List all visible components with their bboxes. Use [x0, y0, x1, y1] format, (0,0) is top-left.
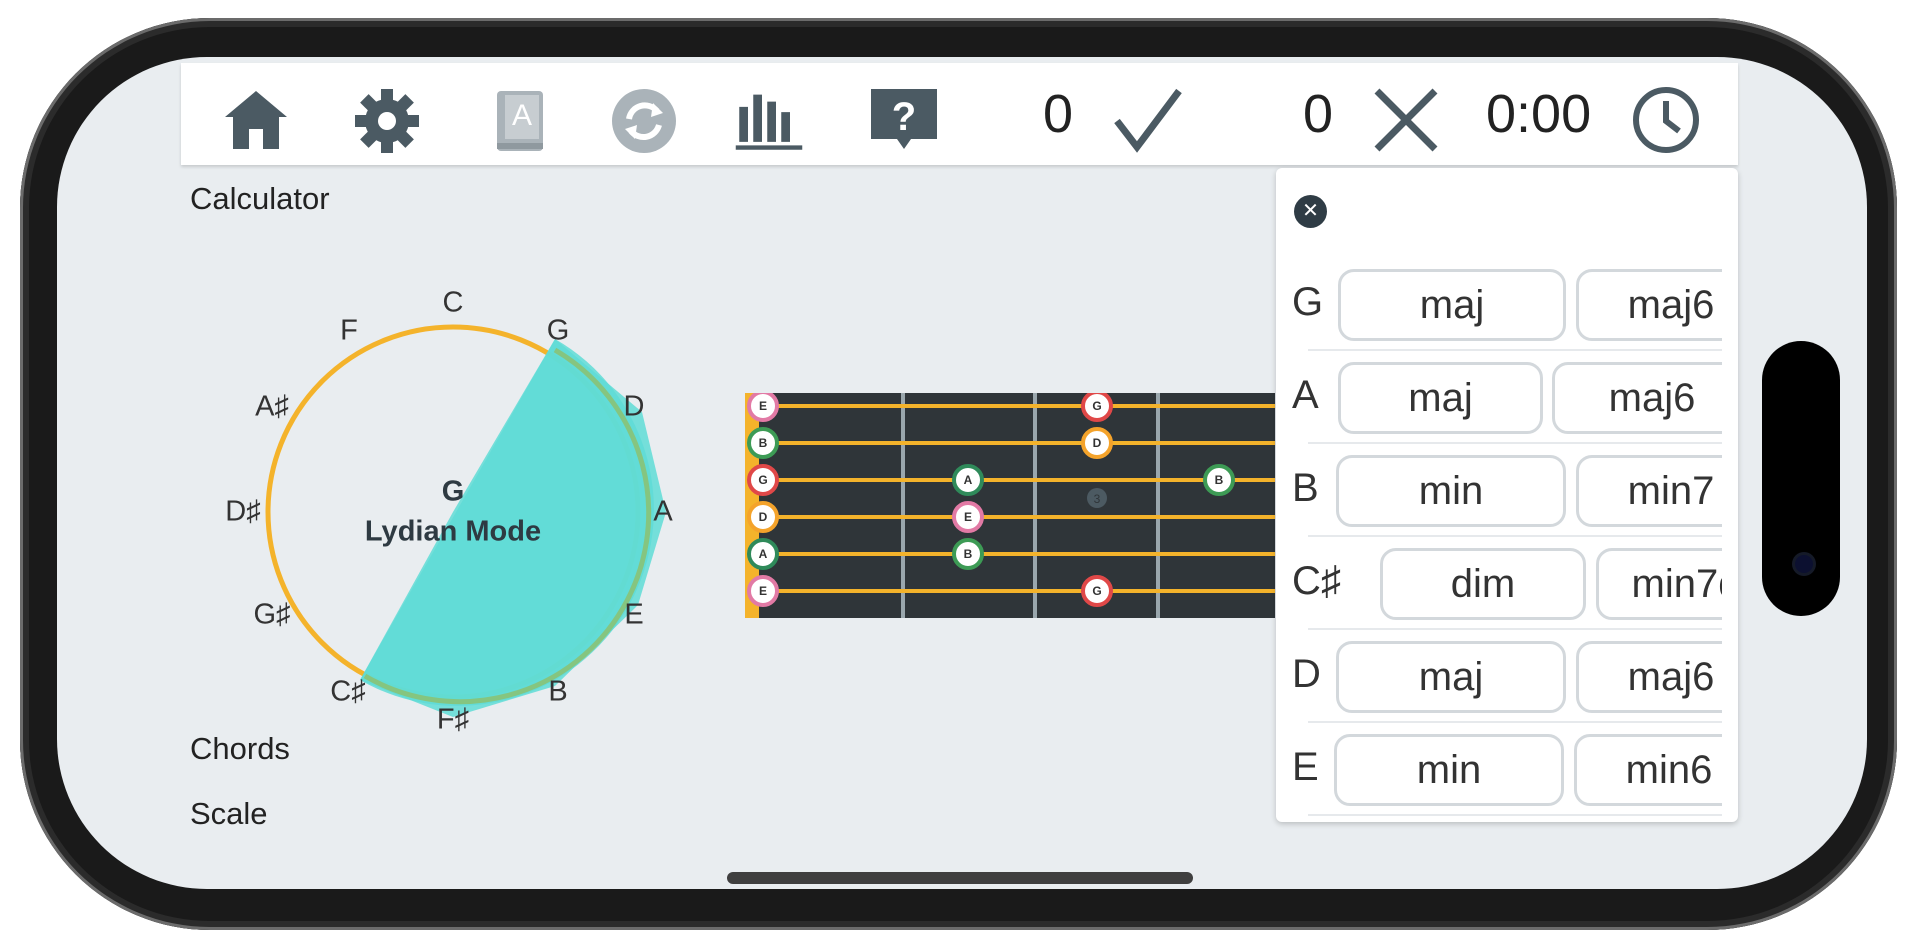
chord-chip[interactable]: min7d: [1596, 548, 1722, 620]
fret-number: 3: [1094, 492, 1101, 506]
chord-chip[interactable]: maj: [1336, 641, 1566, 713]
fret-marker: E: [964, 510, 972, 524]
fretboard: 3 E B G D A E G D A B E B G: [745, 393, 1275, 618]
clock-icon[interactable]: [1631, 85, 1701, 155]
chord-row-c-sharp: C♯ dim min7d: [1276, 537, 1722, 630]
open-string-6: E: [759, 584, 767, 598]
chord-row-a: A maj maj6: [1276, 351, 1722, 444]
note-label-a[interactable]: A: [653, 496, 672, 529]
help-icon[interactable]: ?: [869, 85, 939, 155]
home-indicator[interactable]: [727, 872, 1193, 884]
chord-row-b: B min min7: [1276, 444, 1722, 537]
chord-chip[interactable]: dim: [1380, 548, 1586, 620]
chord-chip[interactable]: maj6: [1576, 269, 1722, 341]
home-icon[interactable]: [221, 85, 291, 155]
open-string-2: B: [759, 436, 768, 450]
fret-marker: B: [1215, 473, 1224, 487]
chord-row-g: G maj maj6: [1276, 258, 1722, 351]
dynamic-island: [1762, 341, 1840, 616]
fret-marker: A: [964, 473, 973, 487]
fret-marker: D: [1093, 436, 1102, 450]
chord-chip[interactable]: maj6: [1576, 641, 1722, 713]
fret-marker: G: [1092, 584, 1101, 598]
chord-root: A: [1292, 373, 1319, 417]
calculator-label[interactable]: Calculator: [190, 181, 330, 217]
note-label-g[interactable]: G: [547, 315, 570, 348]
note-label-c[interactable]: C: [443, 287, 464, 320]
note-label-d-sharp[interactable]: D♯: [225, 496, 260, 529]
chord-panel: ✕ G maj maj6 A maj maj6 B min min7 C♯ di…: [1276, 168, 1738, 822]
wrong-count: 0: [1303, 84, 1334, 144]
book-icon[interactable]: A: [487, 85, 557, 155]
chord-root: C♯: [1292, 559, 1341, 603]
open-string-4: D: [759, 510, 768, 524]
chord-chip[interactable]: min: [1334, 734, 1564, 806]
open-string-1: E: [759, 399, 767, 413]
chords-label[interactable]: Chords: [190, 731, 290, 767]
chord-chip[interactable]: min7: [1576, 455, 1722, 527]
note-label-c-sharp[interactable]: C♯: [330, 676, 365, 709]
chord-root: G: [1292, 280, 1324, 324]
chord-row-e: E min min6: [1276, 723, 1722, 816]
chord-root: D: [1292, 652, 1321, 696]
open-string-3: G: [758, 473, 767, 487]
chord-root: B: [1292, 466, 1319, 510]
chord-chip[interactable]: min6: [1574, 734, 1722, 806]
note-label-a-sharp[interactable]: A♯: [255, 391, 289, 424]
svg-text:?: ?: [892, 95, 916, 139]
chord-row-d: D maj maj6: [1276, 630, 1722, 723]
gear-icon[interactable]: [352, 85, 422, 155]
refresh-icon[interactable]: [609, 85, 679, 155]
chord-chip[interactable]: maj: [1338, 269, 1566, 341]
scale-label[interactable]: Scale: [190, 796, 268, 832]
note-label-e[interactable]: E: [624, 599, 643, 632]
note-label-f[interactable]: F: [340, 315, 358, 348]
cross-icon: [1374, 88, 1438, 152]
bar-chart-icon[interactable]: [734, 85, 804, 155]
note-label-b[interactable]: B: [548, 676, 567, 709]
note-label-d[interactable]: D: [624, 391, 645, 424]
chord-chip[interactable]: maj: [1338, 362, 1543, 434]
top-toolbar: A ? 0 0 0:00: [181, 63, 1738, 165]
checkmark-icon: [1114, 88, 1182, 153]
timer: 0:00: [1486, 84, 1592, 144]
camera-icon: [1795, 555, 1813, 573]
mode-name: Lydian Mode: [364, 515, 542, 548]
note-label-f-sharp[interactable]: F♯: [437, 704, 469, 737]
mode-root: G: [441, 475, 465, 508]
note-label-g-sharp[interactable]: G♯: [253, 599, 290, 632]
svg-text:A: A: [512, 99, 532, 132]
fret-marker: B: [964, 547, 973, 561]
correct-count: 0: [1043, 84, 1074, 144]
chord-chip[interactable]: maj6: [1552, 362, 1722, 434]
chord-chip[interactable]: min: [1336, 455, 1566, 527]
fret-marker: G: [1092, 399, 1101, 413]
chord-root: E: [1292, 745, 1319, 789]
open-string-5: A: [759, 547, 768, 561]
